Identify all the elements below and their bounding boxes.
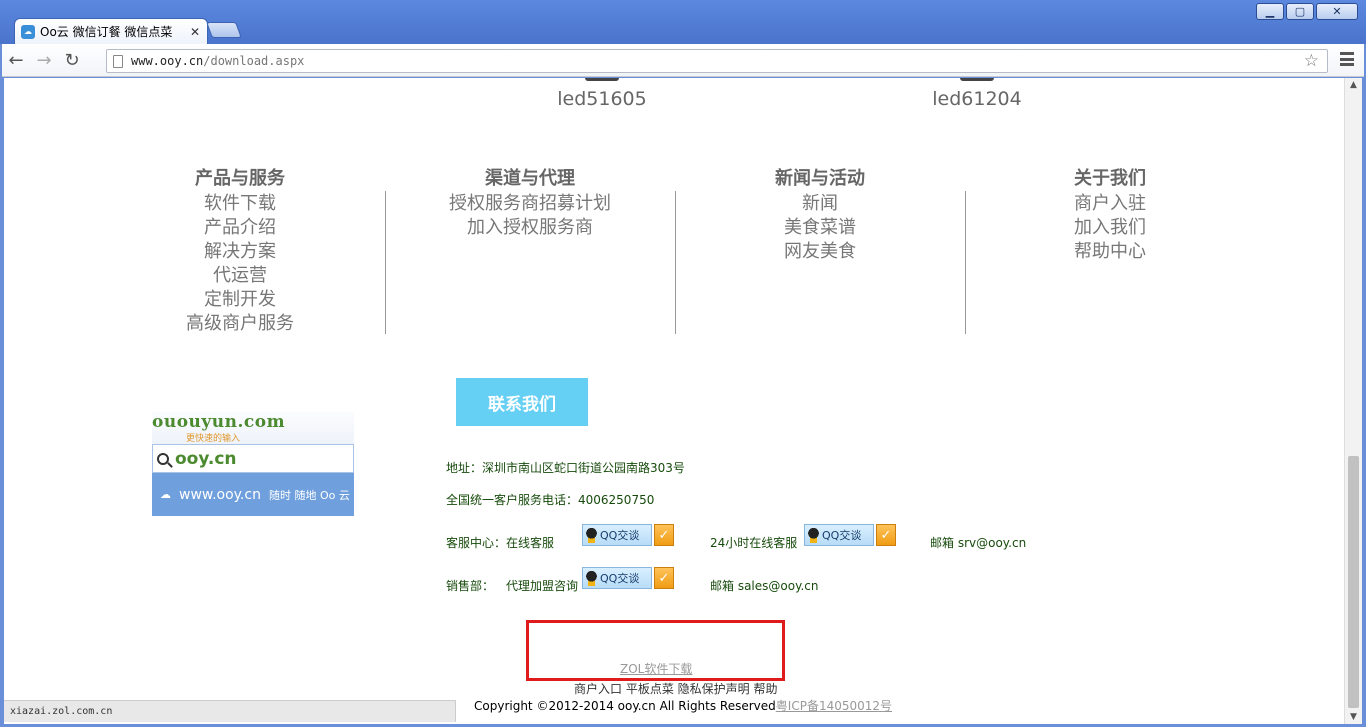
nav-column-title: 渠道与代理 bbox=[485, 168, 575, 189]
checkmark-icon: ✓ bbox=[654, 567, 674, 589]
scrollbar-thumb[interactable] bbox=[1348, 456, 1359, 708]
new-tab-button[interactable] bbox=[206, 22, 242, 38]
nav-divider bbox=[965, 191, 966, 334]
nav-column-news: 新闻与活动 新闻 美食菜谱 网友美食 bbox=[710, 168, 930, 264]
checkmark-icon: ✓ bbox=[654, 524, 674, 546]
browser-toolbar: ← → ↻ www.ooy.cn/download.aspx ☆ bbox=[2, 44, 1364, 77]
zol-download-link[interactable]: ZOL软件下载 bbox=[620, 660, 692, 677]
chrome-menu-icon[interactable] bbox=[1340, 52, 1354, 66]
nav-link-news[interactable]: 新闻 bbox=[710, 192, 930, 216]
nav-link-premium-service[interactable]: 高级商户服务 bbox=[130, 312, 350, 336]
back-arrow-icon[interactable]: ← bbox=[2, 46, 30, 74]
sales-email[interactable]: 邮箱 sales@ooy.cn bbox=[710, 577, 818, 594]
nav-link-operations[interactable]: 代运营 bbox=[130, 264, 350, 288]
product-model-label[interactable]: led51605 bbox=[542, 88, 662, 110]
tab-title: Oo云 微信订餐 微信点菜 bbox=[40, 25, 173, 39]
copyright-text: Copyright ©2012-2014 ooy.cn All Rights R… bbox=[474, 699, 893, 713]
address-bar[interactable]: www.ooy.cn/download.aspx ☆ bbox=[106, 49, 1328, 73]
minimize-button[interactable]: ▁ bbox=[1256, 3, 1284, 20]
product-model-label[interactable]: led61204 bbox=[917, 88, 1037, 110]
qq-chat-button[interactable]: QQ交谈 ✓ bbox=[582, 567, 674, 589]
logo-slogan: 更快速的输入 bbox=[186, 434, 241, 444]
checkmark-icon: ✓ bbox=[876, 524, 896, 546]
logo-tagline: 随时 随地 Oo 云 bbox=[268, 488, 350, 502]
qq-chat-button[interactable]: QQ交谈 ✓ bbox=[804, 524, 896, 546]
nav-divider bbox=[385, 191, 386, 334]
nav-link-help-center[interactable]: 帮助中心 bbox=[1000, 240, 1220, 264]
close-window-button[interactable]: ✕ bbox=[1316, 3, 1358, 20]
nav-divider bbox=[675, 191, 676, 334]
nav-link-partner-program[interactable]: 授权服务商招募计划 bbox=[420, 192, 640, 216]
service-center-label: 客服中心：在线客服 bbox=[446, 536, 555, 550]
nav-link-user-food[interactable]: 网友美食 bbox=[710, 240, 930, 264]
ooy-logo-banner[interactable]: ououyun.com 更快速的输入 ooy.cn ☁ www.ooy.cn 随… bbox=[152, 412, 354, 516]
product-image-edge bbox=[960, 78, 994, 81]
footer-links[interactable]: 商户入口 平板点菜 隐私保护声明 帮助 bbox=[574, 680, 777, 697]
vertical-scrollbar[interactable]: ▲ ▼ bbox=[1344, 78, 1362, 724]
nav-column-title: 产品与服务 bbox=[195, 168, 285, 189]
nav-column-products: 产品与服务 软件下载 产品介绍 解决方案 代运营 定制开发 高级商户服务 bbox=[130, 168, 350, 336]
icp-link[interactable]: 粤ICP备14050012号 bbox=[776, 699, 892, 713]
scroll-down-arrow-icon[interactable]: ▼ bbox=[1350, 712, 1357, 722]
nav-link-solutions[interactable]: 解决方案 bbox=[130, 240, 350, 264]
footer-navigation: 产品与服务 软件下载 产品介绍 解决方案 代运营 定制开发 高级商户服务 渠道与… bbox=[4, 168, 1344, 338]
nav-link-download[interactable]: 软件下载 bbox=[130, 192, 350, 216]
address-url[interactable]: www.ooy.cn/download.aspx bbox=[131, 54, 304, 68]
status-bar-url: xiazai.zol.com.cn bbox=[4, 700, 456, 722]
bookmark-star-icon[interactable]: ☆ bbox=[1304, 51, 1319, 71]
nav-link-careers[interactable]: 加入我们 bbox=[1000, 216, 1220, 240]
service-email[interactable]: 邮箱 srv@ooy.cn bbox=[930, 534, 1026, 551]
logo-url: www.ooy.cn bbox=[179, 486, 261, 503]
nav-link-recipes[interactable]: 美食菜谱 bbox=[710, 216, 930, 240]
nav-column-title: 新闻与活动 bbox=[775, 168, 865, 189]
nav-link-custom-dev[interactable]: 定制开发 bbox=[130, 288, 350, 312]
address-text: 地址：深圳市南山区蛇口街道公园南路303号 bbox=[446, 461, 685, 475]
page-viewport: led51605 led61204 产品与服务 软件下载 产品介绍 解决方案 代… bbox=[4, 78, 1344, 724]
logo-brand-text: ououyun.com bbox=[152, 412, 286, 432]
logo-bottom-bar: ☁ www.ooy.cn 随时 随地 Oo 云 bbox=[152, 473, 354, 516]
qq-chat-button[interactable]: QQ交谈 ✓ bbox=[582, 524, 674, 546]
logo-search-box: ooy.cn bbox=[152, 444, 354, 473]
search-icon bbox=[157, 452, 169, 465]
cloud-icon: ☁ bbox=[160, 488, 171, 501]
nav-column-title: 关于我们 bbox=[1074, 168, 1146, 189]
sales-agent-label: 代理加盟咨询 bbox=[506, 579, 579, 593]
nav-column-about: 关于我们 商户入驻 加入我们 帮助中心 bbox=[1000, 168, 1220, 264]
service-24h-label: 24小时在线客服 bbox=[710, 536, 798, 550]
nav-link-join-partner[interactable]: 加入授权服务商 bbox=[420, 216, 640, 240]
page-icon bbox=[113, 54, 123, 68]
qq-penguin-icon bbox=[807, 527, 820, 543]
hotline-text: 全国统一客户服务电话：4006250750 bbox=[446, 493, 655, 507]
nav-link-merchant-join[interactable]: 商户入驻 bbox=[1000, 192, 1220, 216]
browser-tab[interactable]: ☁ Oo云 微信订餐 微信点菜 ✕ bbox=[14, 18, 208, 44]
product-image-edge bbox=[585, 78, 619, 81]
nav-column-channels: 渠道与代理 授权服务商招募计划 加入授权服务商 bbox=[420, 168, 640, 240]
window-controls: ▁ ▢ ✕ bbox=[1256, 3, 1358, 20]
browser-titlebar: ☁ Oo云 微信订餐 微信点菜 ✕ ▁ ▢ ✕ bbox=[0, 0, 1366, 44]
qq-penguin-icon bbox=[585, 570, 598, 586]
nav-link-product-intro[interactable]: 产品介绍 bbox=[130, 216, 350, 240]
logo-domain: ooy.cn bbox=[175, 448, 237, 469]
scroll-up-arrow-icon[interactable]: ▲ bbox=[1350, 80, 1357, 90]
sales-label: 销售部： bbox=[446, 579, 495, 593]
contact-us-button[interactable]: 联系我们 bbox=[456, 378, 588, 426]
qq-penguin-icon bbox=[585, 527, 598, 543]
maximize-button[interactable]: ▢ bbox=[1286, 3, 1314, 20]
reload-icon[interactable]: ↻ bbox=[58, 46, 86, 74]
close-tab-icon[interactable]: ✕ bbox=[189, 25, 201, 39]
cloud-favicon-icon: ☁ bbox=[21, 24, 35, 39]
forward-arrow-icon[interactable]: → bbox=[30, 46, 58, 74]
